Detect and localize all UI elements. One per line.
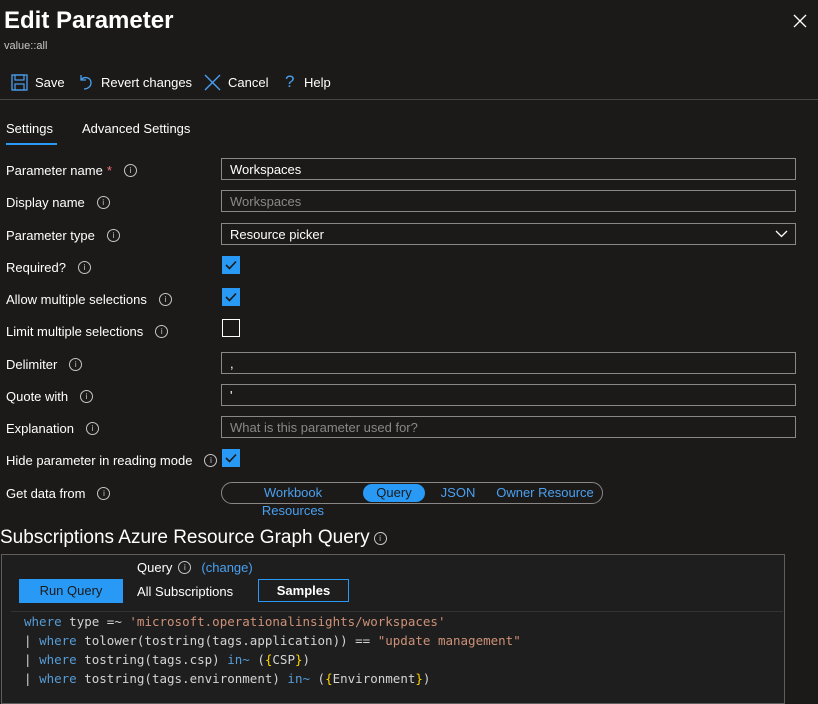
hide-reading-checkbox[interactable]	[222, 449, 240, 467]
info-icon: i	[80, 390, 94, 403]
option-query[interactable]: Query	[363, 484, 425, 502]
explanation-label: Explanation i	[6, 421, 99, 436]
parameter-type-select[interactable]: Resource picker	[221, 223, 796, 245]
quote-with-label: Quote with i	[6, 389, 94, 404]
revert-label: Revert changes	[101, 74, 193, 90]
required-marker: *	[106, 163, 112, 178]
parameter-name-label: Parameter name * i	[6, 163, 137, 178]
option-workbook-resources[interactable]: Workbook Resources	[231, 484, 355, 518]
scope-label: All Subscriptions	[137, 584, 234, 599]
allow-multiple-label: Allow multiple selections i	[6, 292, 172, 307]
checkmark-icon	[225, 292, 237, 302]
option-owner-resource[interactable]: Owner Resource	[496, 484, 594, 502]
save-label: Save	[35, 74, 65, 90]
toolbar-divider	[0, 99, 818, 100]
code-line: | where tolower(tostring(tags.applicatio…	[24, 633, 521, 648]
info-icon: i	[123, 164, 137, 177]
display-name-input[interactable]: Workspaces	[221, 190, 796, 212]
query-label: Query	[137, 560, 173, 575]
tab-settings[interactable]: Settings	[6, 121, 53, 136]
help-button[interactable]: ? Help	[285, 68, 331, 96]
quote-with-input[interactable]: '	[221, 384, 796, 406]
samples-button[interactable]: Samples	[258, 579, 349, 602]
change-link[interactable]: (change)	[201, 560, 252, 575]
code-line: | where tostring(tags.csp) in~ ({CSP})	[24, 652, 311, 667]
info-icon: i	[204, 454, 218, 467]
info-icon: i	[155, 325, 169, 338]
checkmark-icon	[225, 453, 237, 463]
info-icon: i	[78, 261, 91, 274]
undo-icon	[80, 75, 92, 90]
info-icon: i	[85, 422, 99, 435]
code-line: where type =~ 'microsoft.operationalinsi…	[24, 614, 446, 629]
delimiter-label: Delimiter i	[6, 357, 83, 372]
info-icon: i	[69, 358, 83, 371]
page-subtitle: value::all	[4, 40, 48, 52]
get-data-from-label: Get data from i	[6, 486, 111, 501]
get-data-from-toggle: Workbook Resources Query JSON Owner Reso…	[221, 482, 603, 518]
option-json[interactable]: JSON	[438, 484, 478, 502]
limit-multiple-checkbox[interactable]	[222, 319, 240, 337]
parameter-name-input[interactable]: Workspaces	[221, 158, 796, 180]
checkmark-icon	[225, 260, 237, 270]
tab-advanced-settings[interactable]: Advanced Settings	[82, 121, 190, 136]
cancel-button[interactable]: Cancel	[204, 68, 268, 96]
chevron-down-icon	[775, 230, 788, 238]
info-icon: i	[97, 487, 111, 500]
explanation-input[interactable]: What is this parameter used for?	[221, 416, 796, 438]
help-label: Help	[304, 74, 331, 90]
required-checkbox[interactable]	[222, 256, 240, 274]
allow-multiple-checkbox[interactable]	[222, 288, 240, 306]
hide-reading-label: Hide parameter in reading mode i	[6, 453, 218, 468]
info-icon: i	[106, 229, 120, 242]
info-icon: i	[178, 561, 192, 574]
run-query-button[interactable]: Run Query	[19, 579, 123, 603]
cancel-label: Cancel	[228, 74, 269, 90]
revert-changes-button[interactable]: Revert changes	[78, 68, 192, 96]
required-label: Required? i	[6, 260, 91, 275]
delimiter-input[interactable]: ,	[221, 352, 796, 374]
info-icon: i	[96, 196, 110, 209]
parameter-type-label: Parameter type i	[6, 228, 120, 243]
limit-multiple-label: Limit multiple selections i	[6, 324, 169, 339]
close-icon[interactable]	[793, 14, 809, 30]
page-title: Edit Parameter	[4, 7, 174, 34]
active-tab-indicator	[6, 143, 57, 145]
code-line: | where tostring(tags.environment) in~ (…	[24, 671, 431, 686]
parameter-type-value: Resource picker	[230, 227, 324, 242]
save-button[interactable]: Save	[11, 68, 65, 96]
display-name-label: Display name i	[6, 195, 110, 210]
info-icon: i	[158, 293, 172, 306]
info-icon: i	[373, 531, 387, 545]
help-icon: ?	[285, 72, 295, 91]
query-section-title: Subscriptions Azure Resource Graph Query…	[0, 527, 387, 549]
save-icon	[11, 73, 28, 91]
query-label-row: Query i (change)	[137, 560, 253, 575]
cancel-icon	[204, 74, 221, 90]
